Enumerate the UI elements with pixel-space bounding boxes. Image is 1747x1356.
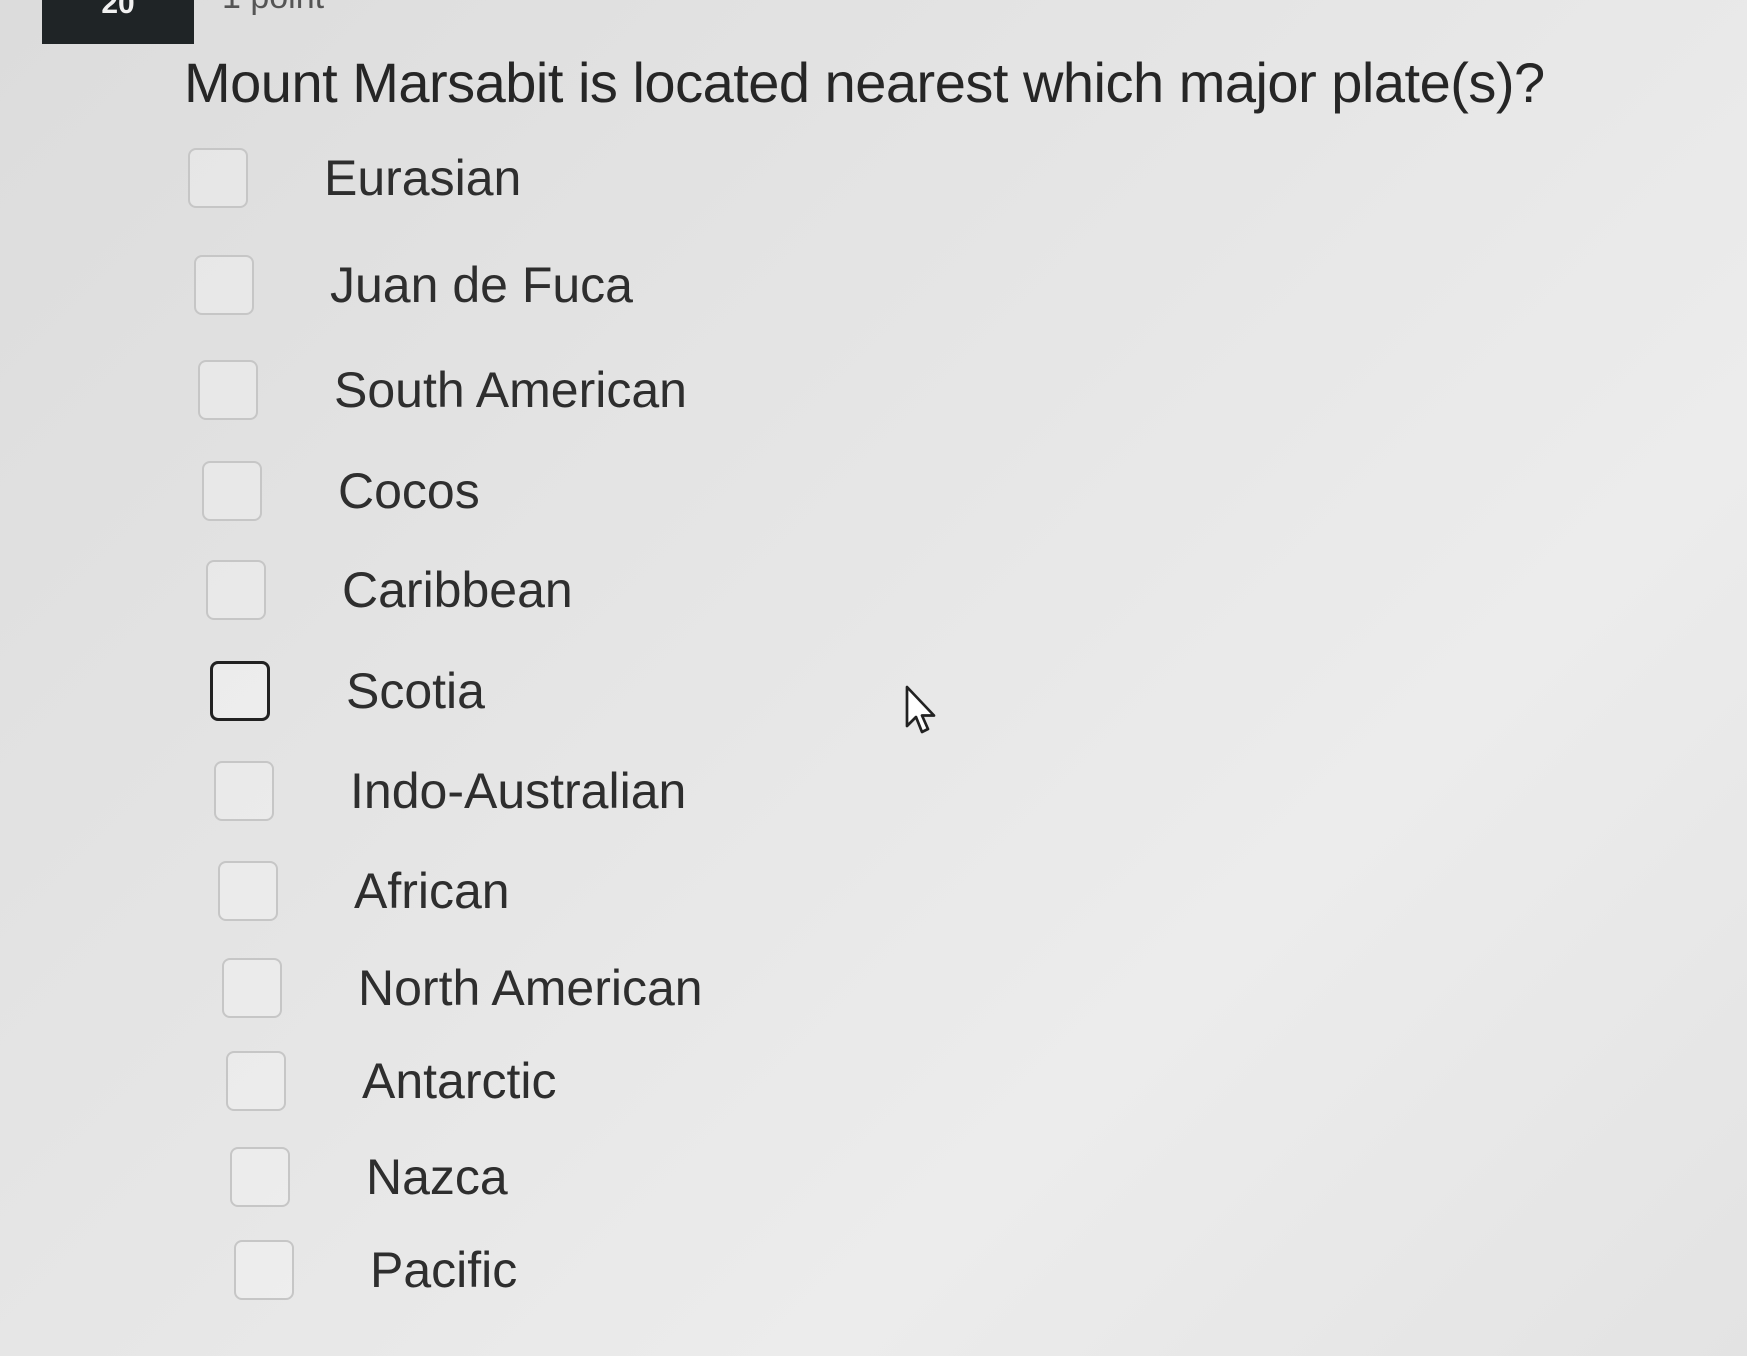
checkbox[interactable] (194, 255, 254, 315)
checkbox[interactable] (214, 761, 274, 821)
option-label: African (354, 863, 510, 919)
option-eurasian[interactable]: Eurasian (188, 143, 521, 213)
option-antarctic[interactable]: Antarctic (226, 1046, 557, 1116)
question-text: Mount Marsabit is located nearest which … (184, 51, 1545, 114)
option-label: Eurasian (324, 150, 522, 206)
option-label: South American (334, 362, 687, 418)
mouse-pointer-icon (905, 685, 936, 734)
checkbox[interactable] (218, 861, 278, 921)
question-points: 1 point (222, 0, 324, 17)
checkbox[interactable] (210, 661, 270, 721)
option-label: Juan de Fuca (330, 257, 633, 313)
option-juan-de-fuca[interactable]: Juan de Fuca (194, 250, 633, 320)
option-indo-australian[interactable]: Indo-Australian (214, 756, 686, 826)
option-label: Cocos (338, 463, 480, 519)
option-south-american[interactable]: South American (198, 355, 687, 425)
option-nazca[interactable]: Nazca (230, 1142, 508, 1212)
checkbox[interactable] (202, 461, 262, 521)
option-label: Indo-Australian (350, 763, 687, 819)
option-african[interactable]: African (218, 856, 510, 926)
checkbox[interactable] (206, 560, 266, 620)
option-cocos[interactable]: Cocos (202, 456, 480, 526)
checkbox[interactable] (226, 1051, 286, 1111)
option-label: Pacific (370, 1242, 518, 1298)
option-label: North American (358, 960, 703, 1016)
option-scotia[interactable]: Scotia (210, 656, 485, 726)
option-pacific[interactable]: Pacific (234, 1235, 517, 1305)
checkbox[interactable] (234, 1240, 294, 1300)
question-number: 20 (101, 0, 135, 20)
checkbox[interactable] (188, 148, 248, 208)
question-number-badge: 20 (42, 0, 194, 44)
option-caribbean[interactable]: Caribbean (206, 555, 573, 625)
option-label: Caribbean (342, 562, 573, 618)
checkbox[interactable] (222, 958, 282, 1018)
checkbox[interactable] (230, 1147, 290, 1207)
option-north-american[interactable]: North American (222, 953, 703, 1023)
checkbox[interactable] (198, 360, 258, 420)
option-label: Scotia (346, 663, 485, 719)
option-label: Nazca (366, 1149, 508, 1205)
option-label: Antarctic (362, 1053, 557, 1109)
